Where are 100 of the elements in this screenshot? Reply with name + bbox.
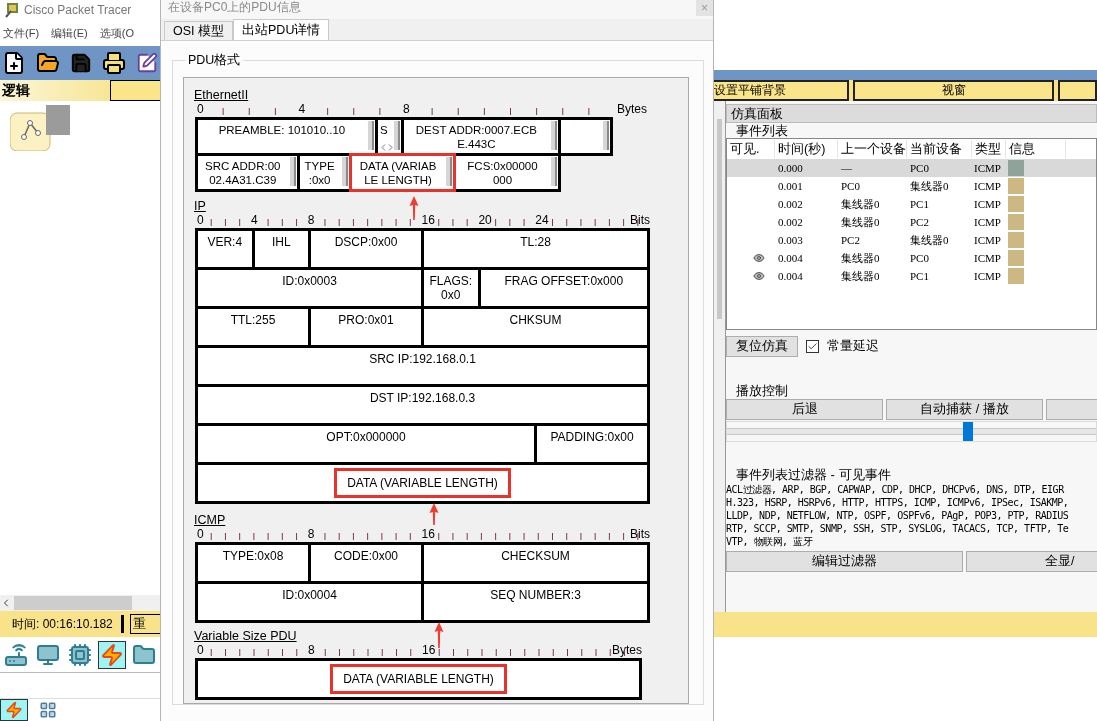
- field-value: TYPE :0x0: [303, 159, 336, 187]
- filter-button[interactable]: 编辑过滤器: [726, 551, 963, 572]
- eye-icon[interactable]: [751, 270, 767, 282]
- field-value: DATA (VARIABLE LENGTH): [334, 468, 511, 498]
- eye-icon[interactable]: [751, 252, 767, 264]
- group-legend: 播放控制: [726, 384, 1097, 398]
- section-title: EthernetII: [194, 88, 249, 102]
- ruler-label: 4: [250, 213, 258, 227]
- event-row[interactable]: 0.000 — PC0 ICMP: [727, 159, 1096, 177]
- speed-slider[interactable]: [726, 421, 1097, 442]
- cluster-icon[interactable]: [10, 105, 70, 151]
- event-row[interactable]: 0.002 集线器0 PC2 ICMP: [727, 213, 1096, 231]
- table-cell-text: ICMP: [973, 268, 1002, 284]
- field-value: FLAGS: 0x0: [429, 274, 473, 302]
- filter-button[interactable]: 全显/: [966, 551, 1097, 572]
- event-row[interactable]: 0.001 PC0 集线器0 ICMP: [727, 177, 1096, 195]
- table-cell-text: ICMP: [973, 232, 1002, 248]
- ruler-label: 16: [422, 643, 436, 657]
- scrollbar[interactable]: [550, 121, 557, 150]
- table-cell-text: PC2: [840, 232, 861, 248]
- field-value: DST IP:192.168.0.3: [369, 391, 476, 405]
- event-row[interactable]: 0.004 集线器0 PC0 ICMP: [727, 249, 1096, 267]
- unit-label: Bytes: [617, 102, 648, 116]
- field-value: SEQ NUMBER:3: [490, 588, 581, 602]
- playback-button[interactable]: 后退: [726, 399, 883, 420]
- ruler-label: 24: [535, 213, 549, 227]
- table-cell-text: 集线器0: [840, 196, 881, 212]
- field-value: ID:0x0004: [282, 588, 337, 602]
- field-value: CHECKSUM: [501, 549, 570, 563]
- scrollbar-thumb[interactable]: [717, 119, 722, 319]
- menu-item[interactable]: 文件(F): [3, 24, 40, 42]
- toolbar-button[interactable]: 视窗: [852, 80, 1055, 101]
- toolbar-button[interactable]: 设置平铺背景: [714, 80, 849, 101]
- event-row[interactable]: 0.002 集线器0 PC1 ICMP: [727, 195, 1096, 213]
- scrollbar[interactable]: [341, 157, 348, 186]
- filter-text: ACL过滤器, ARP, BGP, CAPWAP, CDP, DHCP, DHCPv6, DNS, DTP, EIGR: [726, 483, 1064, 496]
- group-legend: 事件列表过滤器 - 可见事件: [726, 468, 1097, 482]
- column-header[interactable]: 信息: [1006, 139, 1066, 159]
- save-icon[interactable]: [70, 52, 92, 74]
- scrollbar[interactable]: [367, 121, 374, 150]
- menu-item[interactable]: 编辑(E): [51, 24, 88, 42]
- scrollbar[interactable]: [446, 157, 453, 186]
- folder-icon[interactable]: [36, 51, 60, 75]
- edit-icon[interactable]: [136, 52, 158, 74]
- tab[interactable]: 出站PDU详情: [233, 19, 330, 40]
- table-cell-text: 集线器0: [840, 214, 881, 230]
- panel-header: 仿真面板: [726, 104, 1097, 123]
- scrollbar[interactable]: [394, 121, 400, 150]
- field-value: FRAG OFFSET:0x000: [504, 274, 624, 288]
- printer-icon[interactable]: [102, 51, 126, 75]
- column-header[interactable]: 当前设备: [907, 139, 972, 159]
- ruler-label: 16: [421, 527, 435, 541]
- table-cell-text: PC2: [909, 214, 930, 230]
- ruler-label: 0: [197, 643, 204, 657]
- ruler-label: 8: [307, 527, 315, 541]
- column-header[interactable]: 可见.: [727, 139, 775, 159]
- slider-thumb[interactable]: [963, 422, 974, 441]
- field-value: FCS:0x00000 000: [466, 159, 539, 187]
- lightning-icon[interactable]: [98, 640, 126, 669]
- table-cell-text: 集线器0: [840, 250, 881, 266]
- column-header[interactable]: 上一个设备: [838, 139, 907, 159]
- scrollbar[interactable]: [603, 121, 609, 150]
- field-value: DEST ADDR:0007.ECB E.443C: [414, 123, 538, 151]
- field-value: PRO:0x01: [338, 313, 394, 327]
- toolbar-box[interactable]: [110, 80, 160, 101]
- new-file-icon[interactable]: [2, 51, 26, 75]
- table-cell-text: 0.000: [777, 160, 804, 176]
- tab[interactable]: OSI 模型: [164, 21, 233, 40]
- scrollbar[interactable]: [289, 157, 296, 186]
- toolbar-button[interactable]: [1058, 80, 1097, 101]
- table-cell-text: 集线器0: [840, 268, 881, 284]
- time-label: 时间: 00:16:10.182: [12, 616, 113, 633]
- menu-item[interactable]: 选项(O: [99, 24, 134, 42]
- checkbox[interactable]: [806, 340, 819, 353]
- event-row[interactable]: 0.003 PC2 集线器0 ICMP: [727, 231, 1096, 249]
- table-cell-text: 集线器0: [909, 232, 950, 248]
- table-cell-text: ICMP: [973, 160, 1002, 176]
- column-header[interactable]: 类型: [972, 139, 1006, 159]
- column-header[interactable]: 时间(秒): [775, 139, 838, 159]
- unit-label: Bits: [630, 213, 651, 227]
- table-cell-text: PC0: [909, 250, 930, 266]
- lightning-icon[interactable]: [0, 699, 28, 721]
- section-title: Variable Size PDU: [194, 629, 297, 643]
- unit-label: Bits: [630, 527, 651, 541]
- scrollbar-thumb[interactable]: [14, 596, 132, 610]
- event-row[interactable]: 0.004 集线器0 PC1 ICMP: [727, 267, 1096, 285]
- reset-simulation-button[interactable]: 复位仿真: [726, 336, 798, 357]
- playback-button[interactable]: 自动捕获 / 播放: [886, 399, 1043, 420]
- scrollbar[interactable]: [550, 157, 557, 186]
- section-title: ICMP: [194, 513, 226, 527]
- filter-text: LLDP, NDP, NETFLOW, NTP, OSPF, OSPFv6, PAgP, POP3, PTP, RADIUS: [726, 509, 1069, 522]
- ruler-label: 8: [403, 102, 410, 116]
- check-icon: [807, 341, 818, 352]
- table-cell-text: PC0: [840, 178, 861, 194]
- field-value: DATA (VARIAB LE LENGTH): [358, 159, 438, 187]
- ruler-label: 8: [307, 213, 315, 227]
- table-cell-text: —: [840, 160, 853, 176]
- window-title: Cisco Packet Tracer: [24, 2, 132, 19]
- table-cell-text: ICMP: [973, 214, 1002, 230]
- unit-label: Bytes: [612, 643, 643, 657]
